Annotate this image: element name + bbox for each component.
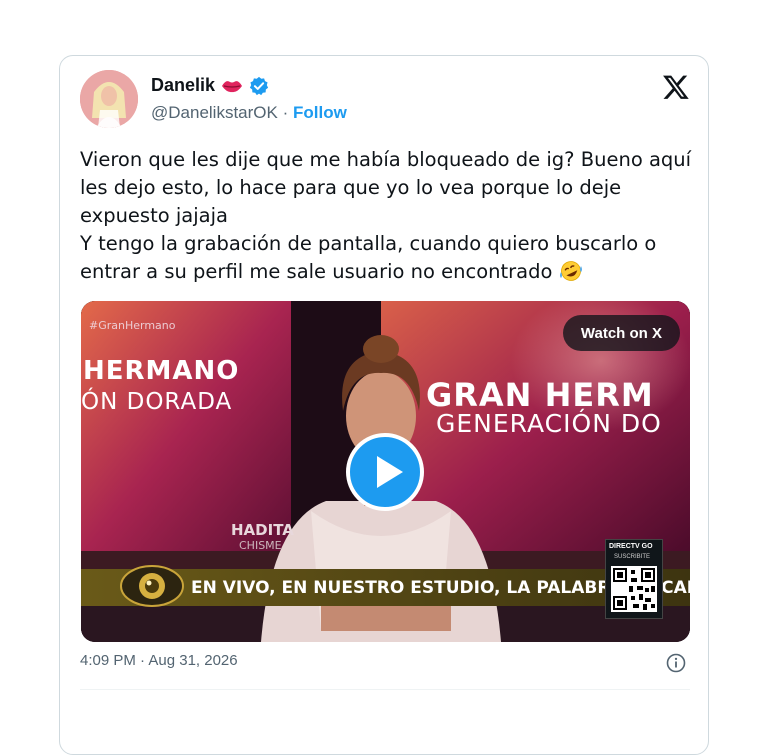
x-logo-icon[interactable] <box>662 73 690 101</box>
verified-badge-icon[interactable] <box>249 76 269 96</box>
lips-icon <box>222 80 243 92</box>
show-subtitle-right: GENERACIÓN DO <box>436 409 662 438</box>
show-title-left: HERMANO <box>83 356 240 386</box>
watermark-title: HADITA <box>231 521 294 539</box>
author-handle[interactable]: @DanelikstarOK <box>151 103 278 122</box>
watermark-subtitle: CHISME <box>239 539 282 552</box>
follow-button[interactable]: Follow <box>293 103 347 122</box>
eye-logo-icon <box>120 565 184 607</box>
show-subtitle-left: ÓN DORADA <box>81 389 233 415</box>
tweet-text-container: Vieron que les dije que me había bloquea… <box>80 146 700 286</box>
hashtag-label: #GranHermano <box>89 319 176 332</box>
tweet-text: Vieron que les dije que me había bloquea… <box>80 148 692 283</box>
info-icon[interactable] <box>666 653 686 673</box>
divider <box>80 689 690 690</box>
author-name-row[interactable]: Danelik <box>151 75 269 96</box>
tweet-card: Danelik @DanelikstarOK · Follow Vieron q… <box>59 55 709 755</box>
play-icon[interactable] <box>346 433 424 511</box>
qr-code-icon <box>611 566 657 612</box>
handle-separator: · <box>282 103 289 122</box>
handle-row: @DanelikstarOK · Follow <box>151 103 347 123</box>
watch-on-x-button[interactable]: Watch on X <box>562 315 680 351</box>
tweet-timestamp[interactable]: 4:09 PM · Aug 31, 2026 <box>80 652 238 669</box>
qr-brand: DIRECTV GO <box>609 543 653 550</box>
avatar[interactable] <box>80 70 138 128</box>
qr-code-box: DIRECTV GO SUSCRIBITE <box>605 539 663 619</box>
video-player[interactable]: #GranHermano HERMANO ÓN DORADA GRAN HERM… <box>81 301 690 642</box>
qr-subscribe: SUSCRIBITE <box>614 554 651 560</box>
avatar-image <box>80 70 138 128</box>
author-name[interactable]: Danelik <box>151 75 215 96</box>
rolling-on-floor-laughing-icon <box>559 261 582 281</box>
